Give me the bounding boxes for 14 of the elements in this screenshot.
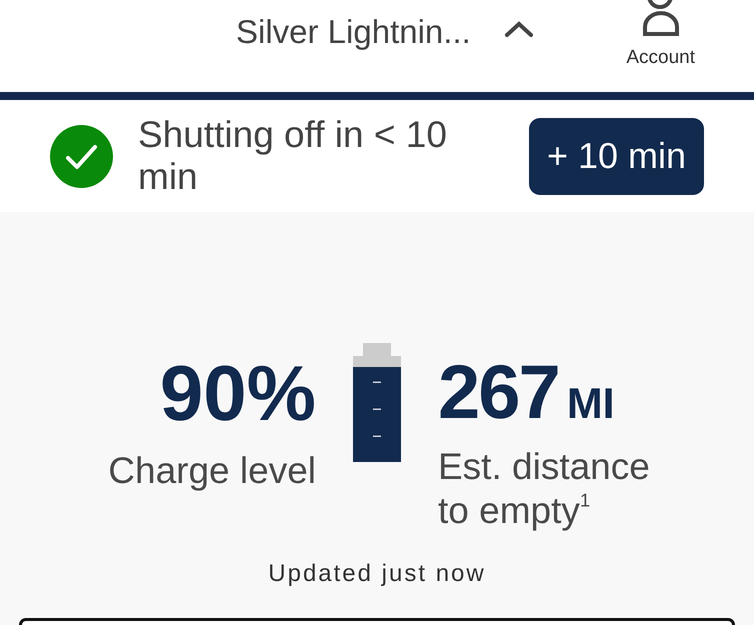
status-message: Shutting off in < 10 min <box>138 114 448 198</box>
chevron-up-icon <box>504 21 533 37</box>
range-value: 267 <box>438 355 559 431</box>
charge-label: Charge level <box>108 449 316 493</box>
range-label: Est. distance to empty$^{1}$ <box>438 445 651 533</box>
account-button[interactable]: Account <box>626 0 695 70</box>
charge-percentage: 90% <box>160 355 316 431</box>
battery-icon <box>353 343 401 462</box>
extend-time-button[interactable]: + 10 min <box>529 118 704 194</box>
range-unit: MI <box>566 380 615 429</box>
updated-time: Updated just now <box>268 559 486 589</box>
vehicle-selector[interactable]: Silver Lightnin... <box>236 12 533 52</box>
check-circle-icon <box>50 124 113 188</box>
person-icon <box>640 0 681 36</box>
